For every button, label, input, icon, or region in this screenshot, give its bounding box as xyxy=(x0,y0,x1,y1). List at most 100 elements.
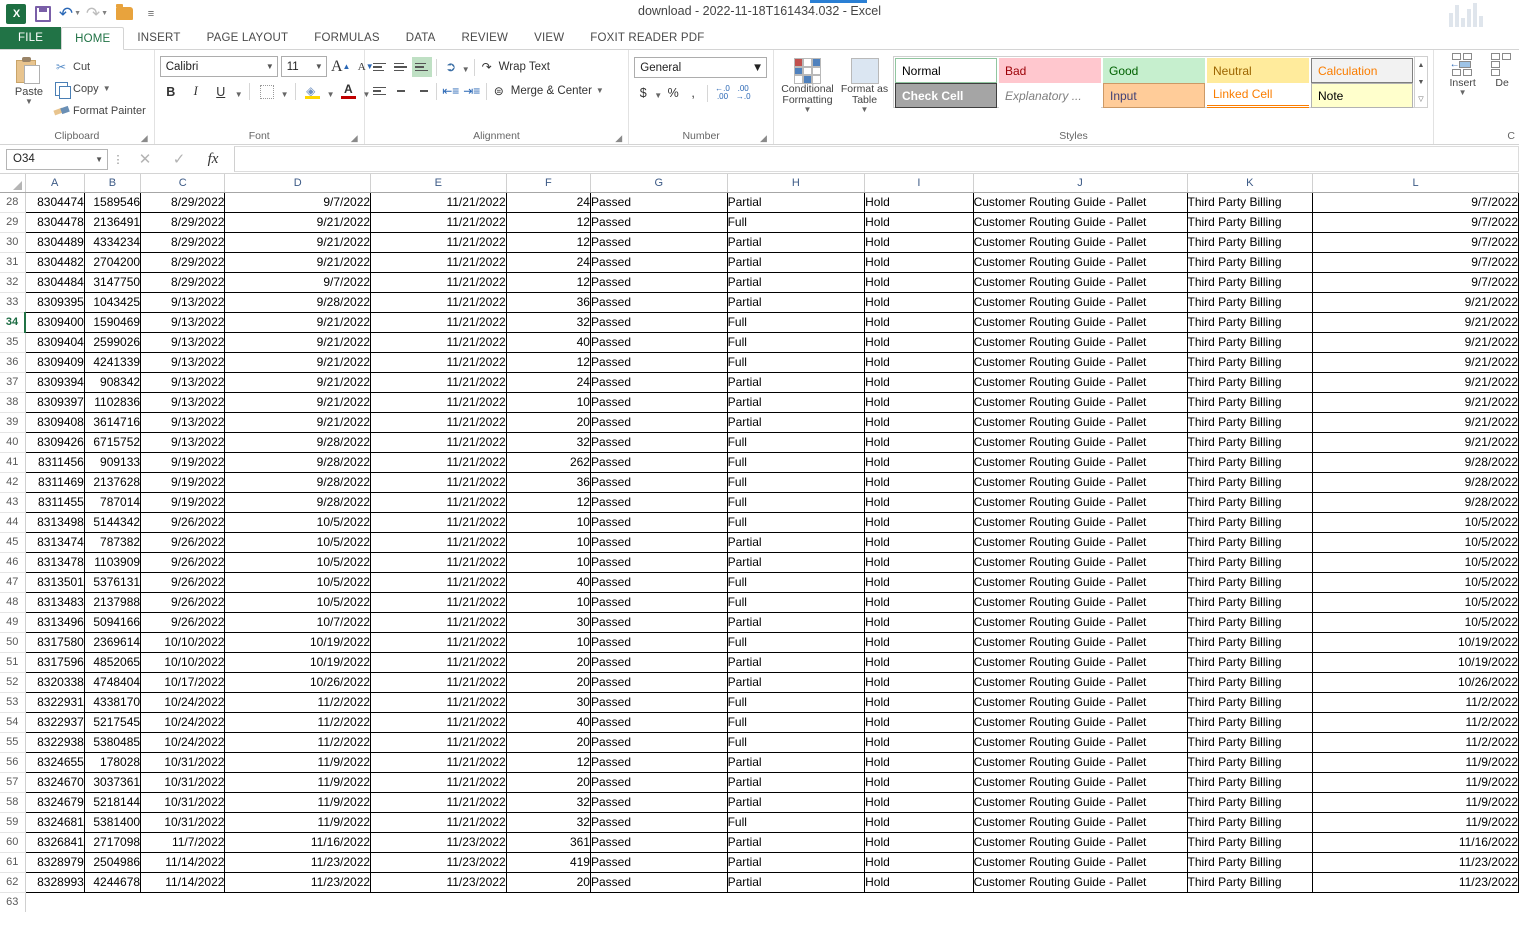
table-row[interactable]: 53 8322931 4338170 10/24/2022 11/2/2022 11/21… xyxy=(0,692,1519,713)
cell-J53[interactable]: Customer Routing Guide - Pallet xyxy=(973,692,1188,713)
cell-I54[interactable]: Hold xyxy=(864,712,974,733)
cell-C29[interactable]: 8/29/2022 xyxy=(140,212,226,233)
cell-D42[interactable]: 9/28/2022 xyxy=(224,472,372,493)
quick-access-toolbar[interactable]: X ↶ ▼ ↷ ▼ ≡ xyxy=(0,0,163,27)
cell-D35[interactable]: 9/21/2022 xyxy=(224,332,372,353)
cell-J31[interactable]: Customer Routing Guide - Pallet xyxy=(973,252,1188,273)
column-header-c[interactable]: C xyxy=(140,174,226,193)
cell-L45[interactable]: 10/5/2022 xyxy=(1312,532,1519,553)
cell-E38[interactable]: 11/21/2022 xyxy=(370,392,507,413)
cell-L35[interactable]: 9/21/2022 xyxy=(1312,332,1519,353)
cell-A44[interactable]: 8313498 xyxy=(25,512,85,533)
cell-K36[interactable]: Third Party Billing xyxy=(1187,352,1314,373)
cell-B34[interactable]: 1590469 xyxy=(84,312,142,333)
cell-L46[interactable]: 10/5/2022 xyxy=(1312,552,1519,573)
table-row[interactable]: 63 xyxy=(0,892,1519,912)
cell-C59[interactable]: 10/31/2022 xyxy=(140,812,226,833)
cell-I63[interactable] xyxy=(864,892,974,912)
cell-F45[interactable]: 10 xyxy=(506,532,591,553)
chevron-down-icon[interactable]: ▼ xyxy=(654,86,662,100)
cell-B45[interactable]: 787382 xyxy=(84,532,142,553)
cell-J39[interactable]: Customer Routing Guide - Pallet xyxy=(973,412,1188,433)
cell-H36[interactable]: Full xyxy=(727,352,866,373)
cell-F37[interactable]: 24 xyxy=(506,372,591,393)
cell-H53[interactable]: Full xyxy=(727,692,866,713)
cell-B36[interactable]: 4241339 xyxy=(84,352,142,373)
cell-B40[interactable]: 6715752 xyxy=(84,432,142,453)
cell-style-calculation[interactable]: Calculation xyxy=(1311,58,1413,83)
cell-C55[interactable]: 10/24/2022 xyxy=(140,732,226,753)
cell-C57[interactable]: 10/31/2022 xyxy=(140,772,226,793)
cell-A33[interactable]: 8309395 xyxy=(25,292,85,313)
cell-E41[interactable]: 11/21/2022 xyxy=(370,452,507,473)
cell-J45[interactable]: Customer Routing Guide - Pallet xyxy=(973,532,1188,553)
cell-style-neutral[interactable]: Neutral xyxy=(1207,58,1309,83)
cell-G54[interactable]: Passed xyxy=(590,712,728,733)
cell-G41[interactable]: Passed xyxy=(590,452,728,473)
cell-A40[interactable]: 8309426 xyxy=(25,432,85,453)
column-header-row[interactable]: ABCDEFGHIJKL xyxy=(0,174,1519,193)
cell-H55[interactable]: Full xyxy=(727,732,866,753)
cell-E57[interactable]: 11/21/2022 xyxy=(370,772,507,793)
cell-L29[interactable]: 9/7/2022 xyxy=(1312,212,1519,233)
align-bottom-button[interactable] xyxy=(411,57,432,77)
cell-J42[interactable]: Customer Routing Guide - Pallet xyxy=(973,472,1188,493)
alignment-dialog-launcher-icon[interactable]: ◢ xyxy=(615,134,624,143)
cell-A41[interactable]: 8311456 xyxy=(25,452,85,473)
cell-styles-gallery[interactable]: Normal Check Cell Bad Explanatory ... Go… xyxy=(893,56,1415,108)
cell-L30[interactable]: 9/7/2022 xyxy=(1312,232,1519,253)
table-row[interactable]: 46 8313478 1103909 9/26/2022 10/5/2022 11/21/… xyxy=(0,552,1519,573)
chevron-down-icon[interactable]: ▼ xyxy=(310,62,323,71)
cell-C40[interactable]: 9/13/2022 xyxy=(140,432,226,453)
cell-J33[interactable]: Customer Routing Guide - Pallet xyxy=(973,292,1188,313)
row-header-38[interactable]: 38 xyxy=(0,392,26,413)
cell-J63[interactable] xyxy=(973,892,1187,912)
cell-K53[interactable]: Third Party Billing xyxy=(1187,692,1314,713)
table-row[interactable]: 48 8313483 2137988 9/26/2022 10/5/2022 11/21/… xyxy=(0,592,1519,613)
cell-H57[interactable]: Partial xyxy=(727,772,866,793)
cell-K51[interactable]: Third Party Billing xyxy=(1187,652,1314,673)
select-all-corner[interactable] xyxy=(0,174,26,193)
table-row[interactable]: 57 8324670 3037361 10/31/2022 11/9/2022 11/21… xyxy=(0,772,1519,793)
cell-A55[interactable]: 8322938 xyxy=(25,732,85,753)
cell-A63[interactable] xyxy=(25,892,85,912)
cell-K29[interactable]: Third Party Billing xyxy=(1187,212,1314,233)
cell-J51[interactable]: Customer Routing Guide - Pallet xyxy=(973,652,1188,673)
cell-J30[interactable]: Customer Routing Guide - Pallet xyxy=(973,232,1188,253)
table-row[interactable]: 39 8309408 3614716 9/13/2022 9/21/2022 11/21/… xyxy=(0,412,1519,433)
cell-L50[interactable]: 10/19/2022 xyxy=(1312,632,1519,653)
row-header-56[interactable]: 56 xyxy=(0,752,26,773)
cell-K63[interactable] xyxy=(1187,892,1313,912)
formula-bar-options-icon[interactable]: ⋮ xyxy=(108,153,128,166)
cell-G51[interactable]: Passed xyxy=(590,652,728,673)
cell-I43[interactable]: Hold xyxy=(864,492,974,513)
cell-A48[interactable]: 8313483 xyxy=(25,592,85,613)
row-header-55[interactable]: 55 xyxy=(0,732,26,753)
table-row[interactable]: 54 8322937 5217545 10/24/2022 11/2/2022 11/21… xyxy=(0,712,1519,733)
tab-data[interactable]: DATA xyxy=(393,27,449,49)
table-row[interactable]: 58 8324679 5218144 10/31/2022 11/9/2022 11/21… xyxy=(0,792,1519,813)
cell-J38[interactable]: Customer Routing Guide - Pallet xyxy=(973,392,1188,413)
row-header-51[interactable]: 51 xyxy=(0,652,26,673)
cell-K48[interactable]: Third Party Billing xyxy=(1187,592,1314,613)
cell-C43[interactable]: 9/19/2022 xyxy=(140,492,226,513)
bold-button[interactable]: B xyxy=(160,81,182,102)
cell-D55[interactable]: 11/2/2022 xyxy=(224,732,372,753)
cell-L56[interactable]: 11/9/2022 xyxy=(1312,752,1519,773)
row-header-35[interactable]: 35 xyxy=(0,332,26,353)
cell-D43[interactable]: 9/28/2022 xyxy=(224,492,372,513)
cell-G63[interactable] xyxy=(590,892,728,912)
cell-F55[interactable]: 20 xyxy=(506,732,591,753)
cell-H54[interactable]: Full xyxy=(727,712,866,733)
cell-H44[interactable]: Full xyxy=(727,512,866,533)
cell-C47[interactable]: 9/26/2022 xyxy=(140,572,226,593)
column-header-g[interactable]: G xyxy=(590,174,728,193)
row-header-36[interactable]: 36 xyxy=(0,352,26,373)
cell-I31[interactable]: Hold xyxy=(864,252,974,273)
cell-L63[interactable] xyxy=(1312,892,1519,912)
cell-B48[interactable]: 2137988 xyxy=(84,592,142,613)
cell-K31[interactable]: Third Party Billing xyxy=(1187,252,1314,273)
row-header-63[interactable]: 63 xyxy=(0,892,26,912)
cell-A62[interactable]: 8328993 xyxy=(25,872,85,893)
cell-G36[interactable]: Passed xyxy=(590,352,728,373)
